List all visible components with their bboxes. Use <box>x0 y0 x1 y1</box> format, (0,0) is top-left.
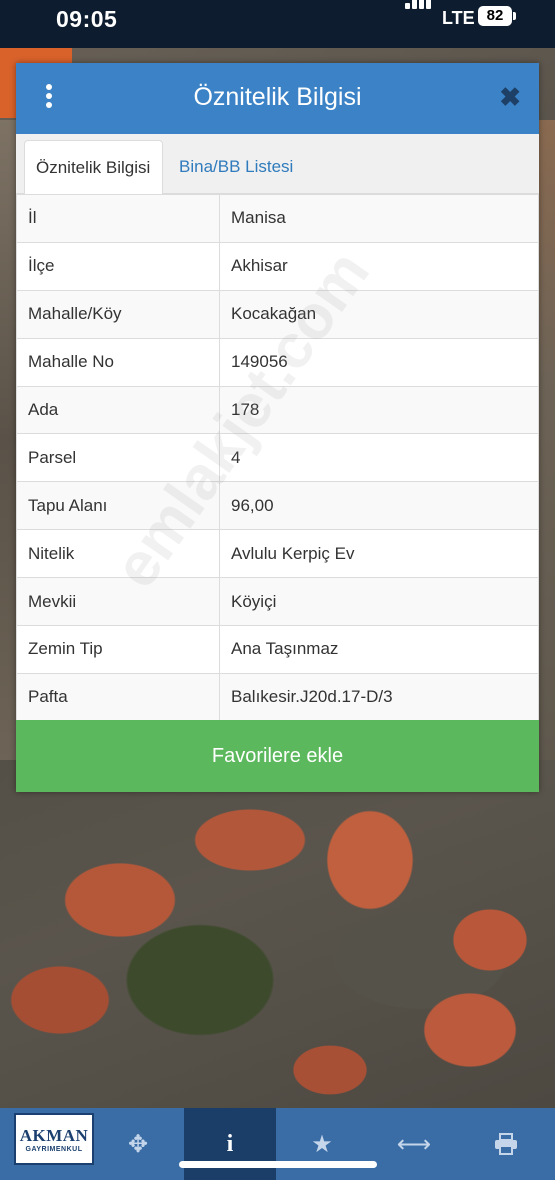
table-row: Parsel 4 <box>16 433 539 483</box>
attribute-key: Pafta <box>16 672 220 722</box>
attribute-value: Kocakağan <box>219 289 539 339</box>
table-row: Tapu Alanı 96,00 <box>16 481 539 531</box>
attribute-value: 149056 <box>219 337 539 387</box>
attribute-key: Zemin Tip <box>16 625 220 674</box>
dialog-title: Öznitelik Bilgisi <box>193 83 362 111</box>
attribute-value: Balıkesir.J20d.17-D/3 <box>219 672 539 722</box>
attribute-key: Tapu Alanı <box>16 481 220 531</box>
attribute-key: Ada <box>16 385 220 435</box>
attribute-value: 4 <box>219 433 539 483</box>
star-icon[interactable]: ★ <box>276 1108 368 1180</box>
map-edge-right <box>539 120 555 760</box>
status-time: 09:05 <box>56 6 118 32</box>
attribute-key: Mahalle No <box>16 337 220 387</box>
info-icon[interactable]: i <box>184 1108 276 1180</box>
table-row: Zemin Tip Ana Taşınmaz <box>16 625 539 674</box>
attribute-value: Köyiçi <box>219 577 539 627</box>
table-row: Mahalle No 149056 <box>16 337 539 387</box>
table-row: Mahalle/Köy Kocakağan <box>16 289 539 339</box>
attribute-info-dialog: Öznitelik Bilgisi ✖ Öznitelik Bilgisi Bi… <box>16 63 539 792</box>
tab-building-list[interactable]: Bina/BB Listesi <box>167 140 305 194</box>
attribute-key: İlçe <box>16 241 220 291</box>
table-row: İl Manisa <box>16 194 539 243</box>
attribute-value: Akhisar <box>219 241 539 291</box>
table-row: Pafta Balıkesir.J20d.17-D/3 <box>16 672 539 722</box>
attribute-value: Manisa <box>219 194 539 243</box>
table-row: Mevkii Köyiçi <box>16 577 539 627</box>
table-row: İlçe Akhisar <box>16 241 539 291</box>
dialog-header: Öznitelik Bilgisi ✖ <box>16 63 539 134</box>
attribute-value: Avlulu Kerpiç Ev <box>219 529 539 579</box>
network-type: LTE <box>442 8 475 28</box>
attribute-key: İl <box>16 194 220 243</box>
map-edge-left <box>0 120 16 760</box>
home-indicator[interactable] <box>179 1161 377 1168</box>
attribute-key: Parsel <box>16 433 220 483</box>
attribute-key: Nitelik <box>16 529 220 579</box>
battery-tip <box>513 12 516 20</box>
attribute-key: Mevkii <box>16 577 220 627</box>
status-bar: 09:05 LTE 82 <box>0 0 555 48</box>
table-row: Ada 178 <box>16 385 539 435</box>
attribute-value: Ana Taşınmaz <box>219 625 539 674</box>
attribute-key: Mahalle/Köy <box>16 289 220 339</box>
table-row: Nitelik Avlulu Kerpiç Ev <box>16 529 539 579</box>
locate-crosshair-icon[interactable]: ✥ <box>92 1108 184 1180</box>
battery-icon: 82 <box>478 6 512 26</box>
attribute-table: İl Manisa İlçe Akhisar Mahalle/Köy Kocakağan M… <box>16 194 539 722</box>
close-icon[interactable]: ✖ <box>499 84 521 110</box>
tab-attribute-info[interactable]: Öznitelik Bilgisi <box>24 140 163 194</box>
tab-bar: Öznitelik Bilgisi Bina/BB Listesi <box>16 134 539 194</box>
measure-arrows-icon[interactable]: ⟷ <box>368 1108 460 1180</box>
attribute-value: 178 <box>219 385 539 435</box>
attribute-value: 96,00 <box>219 481 539 531</box>
print-icon[interactable] <box>460 1108 552 1180</box>
company-logo: AKMAN GAYRIMENKUL <box>14 1113 94 1165</box>
add-to-favorites-button[interactable]: Favorilere ekle <box>16 720 539 792</box>
